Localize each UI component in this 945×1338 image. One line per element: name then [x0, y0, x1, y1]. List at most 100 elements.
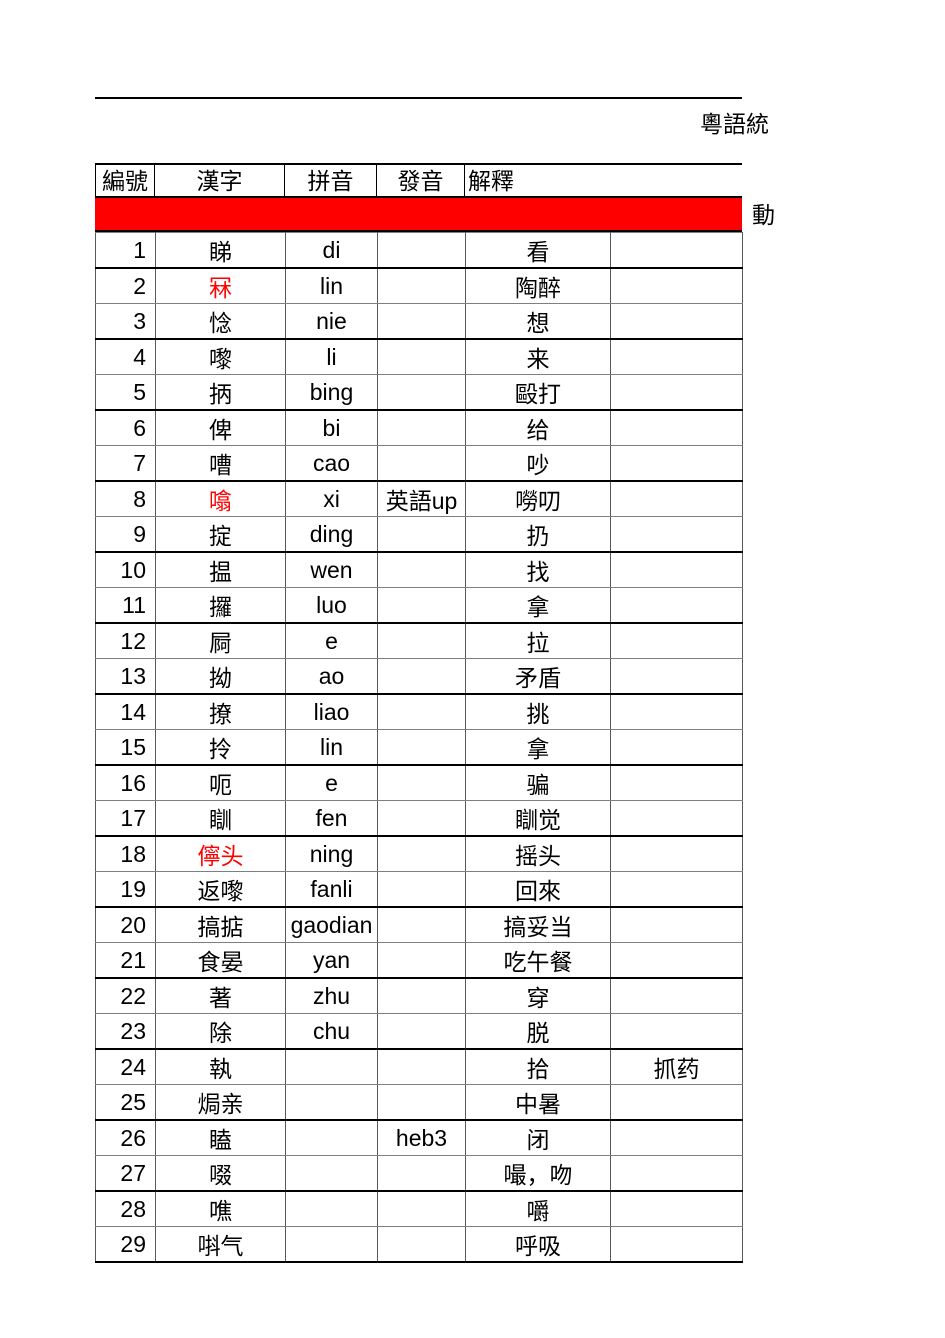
cell-explanation[interactable]: 呼吸	[465, 1226, 611, 1263]
cell-number[interactable]: 19	[95, 871, 156, 908]
cell-explanation[interactable]: 拾	[465, 1048, 611, 1085]
cell-extra[interactable]	[610, 835, 743, 872]
cell-number[interactable]: 4	[95, 338, 156, 375]
cell-hanzi[interactable]: 瞌	[155, 1119, 286, 1156]
cell-number[interactable]: 14	[95, 693, 156, 730]
cell-explanation[interactable]: 嘮叨	[465, 480, 611, 517]
cell-pronunciation[interactable]	[377, 232, 466, 269]
cell-explanation[interactable]: 挑	[465, 693, 611, 730]
cell-pinyin[interactable]	[285, 1119, 378, 1156]
cell-hanzi[interactable]: 瞓	[155, 800, 286, 837]
table-row[interactable]: 10 揾 wen 找	[95, 551, 743, 588]
cell-pronunciation[interactable]	[377, 693, 466, 730]
cell-extra[interactable]	[610, 906, 743, 943]
cell-extra[interactable]	[610, 338, 743, 375]
cell-explanation[interactable]: 中暑	[465, 1084, 611, 1121]
table-row[interactable]: 13 拗 ao 矛盾	[95, 658, 743, 695]
table-row[interactable]: 12 屙 e 拉	[95, 622, 743, 659]
table-row[interactable]: 9 掟 ding 扔	[95, 516, 743, 553]
cell-number[interactable]: 22	[95, 977, 156, 1014]
cell-explanation[interactable]: 闭	[465, 1119, 611, 1156]
cell-pinyin[interactable]: ao	[285, 658, 378, 695]
cell-number[interactable]: 1	[95, 232, 156, 269]
cell-number[interactable]: 23	[95, 1013, 156, 1050]
table-row[interactable]: 24 執 拾抓药	[95, 1048, 743, 1085]
cell-hanzi[interactable]: 返嚟	[155, 871, 286, 908]
cell-explanation[interactable]: 搞妥当	[465, 906, 611, 943]
cell-pinyin[interactable]: ding	[285, 516, 378, 553]
cell-pinyin[interactable]	[285, 1048, 378, 1085]
cell-extra[interactable]	[610, 1013, 743, 1050]
table-row[interactable]: 4 嚟 li 来	[95, 338, 743, 375]
cell-number[interactable]: 10	[95, 551, 156, 588]
cell-pinyin[interactable]	[285, 1084, 378, 1121]
cell-pinyin[interactable]: lin	[285, 267, 378, 304]
cell-hanzi[interactable]: 惗	[155, 303, 286, 340]
table-row[interactable]: 19 返嚟 fanli 回來	[95, 871, 743, 908]
table-row[interactable]: 25 焗亲 中暑	[95, 1084, 743, 1121]
cell-number[interactable]: 28	[95, 1190, 156, 1227]
cell-pinyin[interactable]: fanli	[285, 871, 378, 908]
table-row[interactable]: 23 除 chu 脱	[95, 1013, 743, 1050]
table-row[interactable]: 15 拎 lin 拿	[95, 729, 743, 766]
cell-number[interactable]: 8	[95, 480, 156, 517]
cell-number[interactable]: 3	[95, 303, 156, 340]
cell-pronunciation[interactable]	[377, 658, 466, 695]
cell-hanzi[interactable]: 焗亲	[155, 1084, 286, 1121]
cell-extra[interactable]	[610, 374, 743, 411]
cell-hanzi[interactable]: 嘈	[155, 445, 286, 482]
cell-hanzi[interactable]: 拎	[155, 729, 286, 766]
cell-pinyin[interactable]	[285, 1226, 378, 1263]
cell-pronunciation[interactable]	[377, 622, 466, 659]
cell-pinyin[interactable]	[285, 1190, 378, 1227]
cell-hanzi[interactable]: 嚟	[155, 338, 286, 375]
cell-number[interactable]: 18	[95, 835, 156, 872]
cell-pinyin[interactable]: ning	[285, 835, 378, 872]
cell-hanzi[interactable]: 撩	[155, 693, 286, 730]
cell-extra[interactable]	[610, 445, 743, 482]
cell-pinyin[interactable]: fen	[285, 800, 378, 837]
cell-explanation[interactable]: 来	[465, 338, 611, 375]
cell-hanzi[interactable]: 冧	[155, 267, 286, 304]
table-row[interactable]: 2 冧 lin 陶醉	[95, 267, 743, 304]
cell-extra[interactable]	[610, 480, 743, 517]
column-header-hanzi[interactable]: 漢字	[155, 165, 285, 198]
cell-number[interactable]: 25	[95, 1084, 156, 1121]
cell-pronunciation[interactable]	[377, 977, 466, 1014]
cell-explanation[interactable]: 矛盾	[465, 658, 611, 695]
cell-number[interactable]: 27	[95, 1155, 156, 1192]
cell-pronunciation[interactable]	[377, 1048, 466, 1085]
cell-extra[interactable]	[610, 871, 743, 908]
cell-explanation[interactable]: 嚼	[465, 1190, 611, 1227]
table-row[interactable]: 8 噏 xi 英語up 嘮叨	[95, 480, 743, 517]
cell-explanation[interactable]: 给	[465, 409, 611, 446]
cell-hanzi[interactable]: 呃	[155, 764, 286, 801]
cell-pinyin[interactable]: lin	[285, 729, 378, 766]
cell-pronunciation[interactable]	[377, 729, 466, 766]
cell-hanzi[interactable]: 抦	[155, 374, 286, 411]
cell-extra[interactable]	[610, 729, 743, 766]
column-header-num[interactable]: 編號	[95, 165, 155, 198]
cell-explanation[interactable]: 拉	[465, 622, 611, 659]
table-row[interactable]: 14 撩 liao 挑	[95, 693, 743, 730]
cell-extra[interactable]	[610, 267, 743, 304]
cell-pinyin[interactable]: e	[285, 764, 378, 801]
cell-pronunciation[interactable]	[377, 1190, 466, 1227]
cell-hanzi[interactable]: 著	[155, 977, 286, 1014]
table-row[interactable]: 21 食晏 yan 吃午餐	[95, 942, 743, 979]
cell-hanzi[interactable]: 揾	[155, 551, 286, 588]
cell-pinyin[interactable]: e	[285, 622, 378, 659]
cell-extra[interactable]	[610, 942, 743, 979]
cell-pinyin[interactable]: yan	[285, 942, 378, 979]
cell-explanation[interactable]: 扔	[465, 516, 611, 553]
table-row[interactable]: 1 睇 di 看	[95, 232, 743, 269]
cell-extra[interactable]	[610, 232, 743, 269]
cell-pinyin[interactable]: bing	[285, 374, 378, 411]
cell-explanation[interactable]: 摇头	[465, 835, 611, 872]
cell-pinyin[interactable]: gaodian	[285, 906, 378, 943]
table-row[interactable]: 6 俾 bi 给	[95, 409, 743, 446]
cell-number[interactable]: 5	[95, 374, 156, 411]
cell-extra[interactable]	[610, 1226, 743, 1263]
cell-extra[interactable]: 抓药	[610, 1048, 743, 1085]
cell-pronunciation[interactable]	[377, 906, 466, 943]
